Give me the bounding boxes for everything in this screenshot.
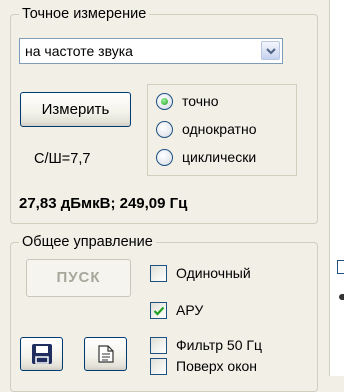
document-icon xyxy=(98,345,114,363)
adjacent-radio-edge xyxy=(339,294,344,300)
measurement-mode-value: на частоте звука xyxy=(25,43,133,59)
radio-label: точно xyxy=(182,93,219,109)
checkmark-icon xyxy=(153,306,165,316)
checkbox-filter-50hz[interactable]: Фильтр 50 Гц xyxy=(150,335,262,355)
start-button-label: ПУСК xyxy=(56,269,101,286)
copy-button[interactable] xyxy=(84,337,127,371)
checkbox[interactable] xyxy=(150,336,167,354)
snr-readout: С/Ш=7,7 xyxy=(34,151,91,167)
measurement-mode-select[interactable]: на частоте звука xyxy=(19,38,283,64)
adjacent-checkbox-edge xyxy=(337,260,344,274)
checkbox[interactable] xyxy=(150,301,167,319)
measure-mode-radio-group: точно однократно циклически xyxy=(147,84,297,176)
radio-label: однократно xyxy=(182,121,257,137)
radio-option-single[interactable]: однократно xyxy=(156,119,256,139)
radio-button[interactable] xyxy=(156,92,173,110)
radio-selected-dot xyxy=(161,97,168,105)
radio-button[interactable] xyxy=(156,120,173,138)
measurement-result: 27,83 дБмкВ; 249,09 Гц xyxy=(19,195,188,212)
save-button[interactable] xyxy=(20,337,63,371)
checkbox-label: Поверх окон xyxy=(176,358,258,374)
radio-option-exact[interactable]: точно xyxy=(156,91,219,111)
checkbox[interactable] xyxy=(150,357,167,375)
measure-button[interactable]: Измерить xyxy=(20,92,131,127)
radio-label: циклически xyxy=(182,149,257,165)
radio-option-cyclic[interactable]: циклически xyxy=(156,147,256,167)
checkbox-agc[interactable]: АРУ xyxy=(150,300,203,320)
checkbox-on-top[interactable]: Поверх окон xyxy=(150,356,257,376)
adjacent-panel-edge xyxy=(329,0,344,376)
start-button[interactable]: ПУСК xyxy=(26,259,131,297)
checkbox-label: Одиночный xyxy=(176,265,251,281)
dropdown-button[interactable] xyxy=(261,41,280,60)
chevron-down-icon xyxy=(266,48,276,55)
checkbox-single[interactable]: Одиночный xyxy=(150,263,251,283)
checkbox-label: Фильтр 50 Гц xyxy=(176,337,262,353)
checkbox-label: АРУ xyxy=(176,302,204,318)
floppy-disk-icon xyxy=(32,344,52,364)
measure-button-label: Измерить xyxy=(41,101,110,118)
precise-measurement-legend: Точное измерение xyxy=(19,5,150,23)
radio-button[interactable] xyxy=(156,148,173,166)
checkbox[interactable] xyxy=(150,264,167,282)
general-control-legend: Общее управление xyxy=(19,233,156,251)
